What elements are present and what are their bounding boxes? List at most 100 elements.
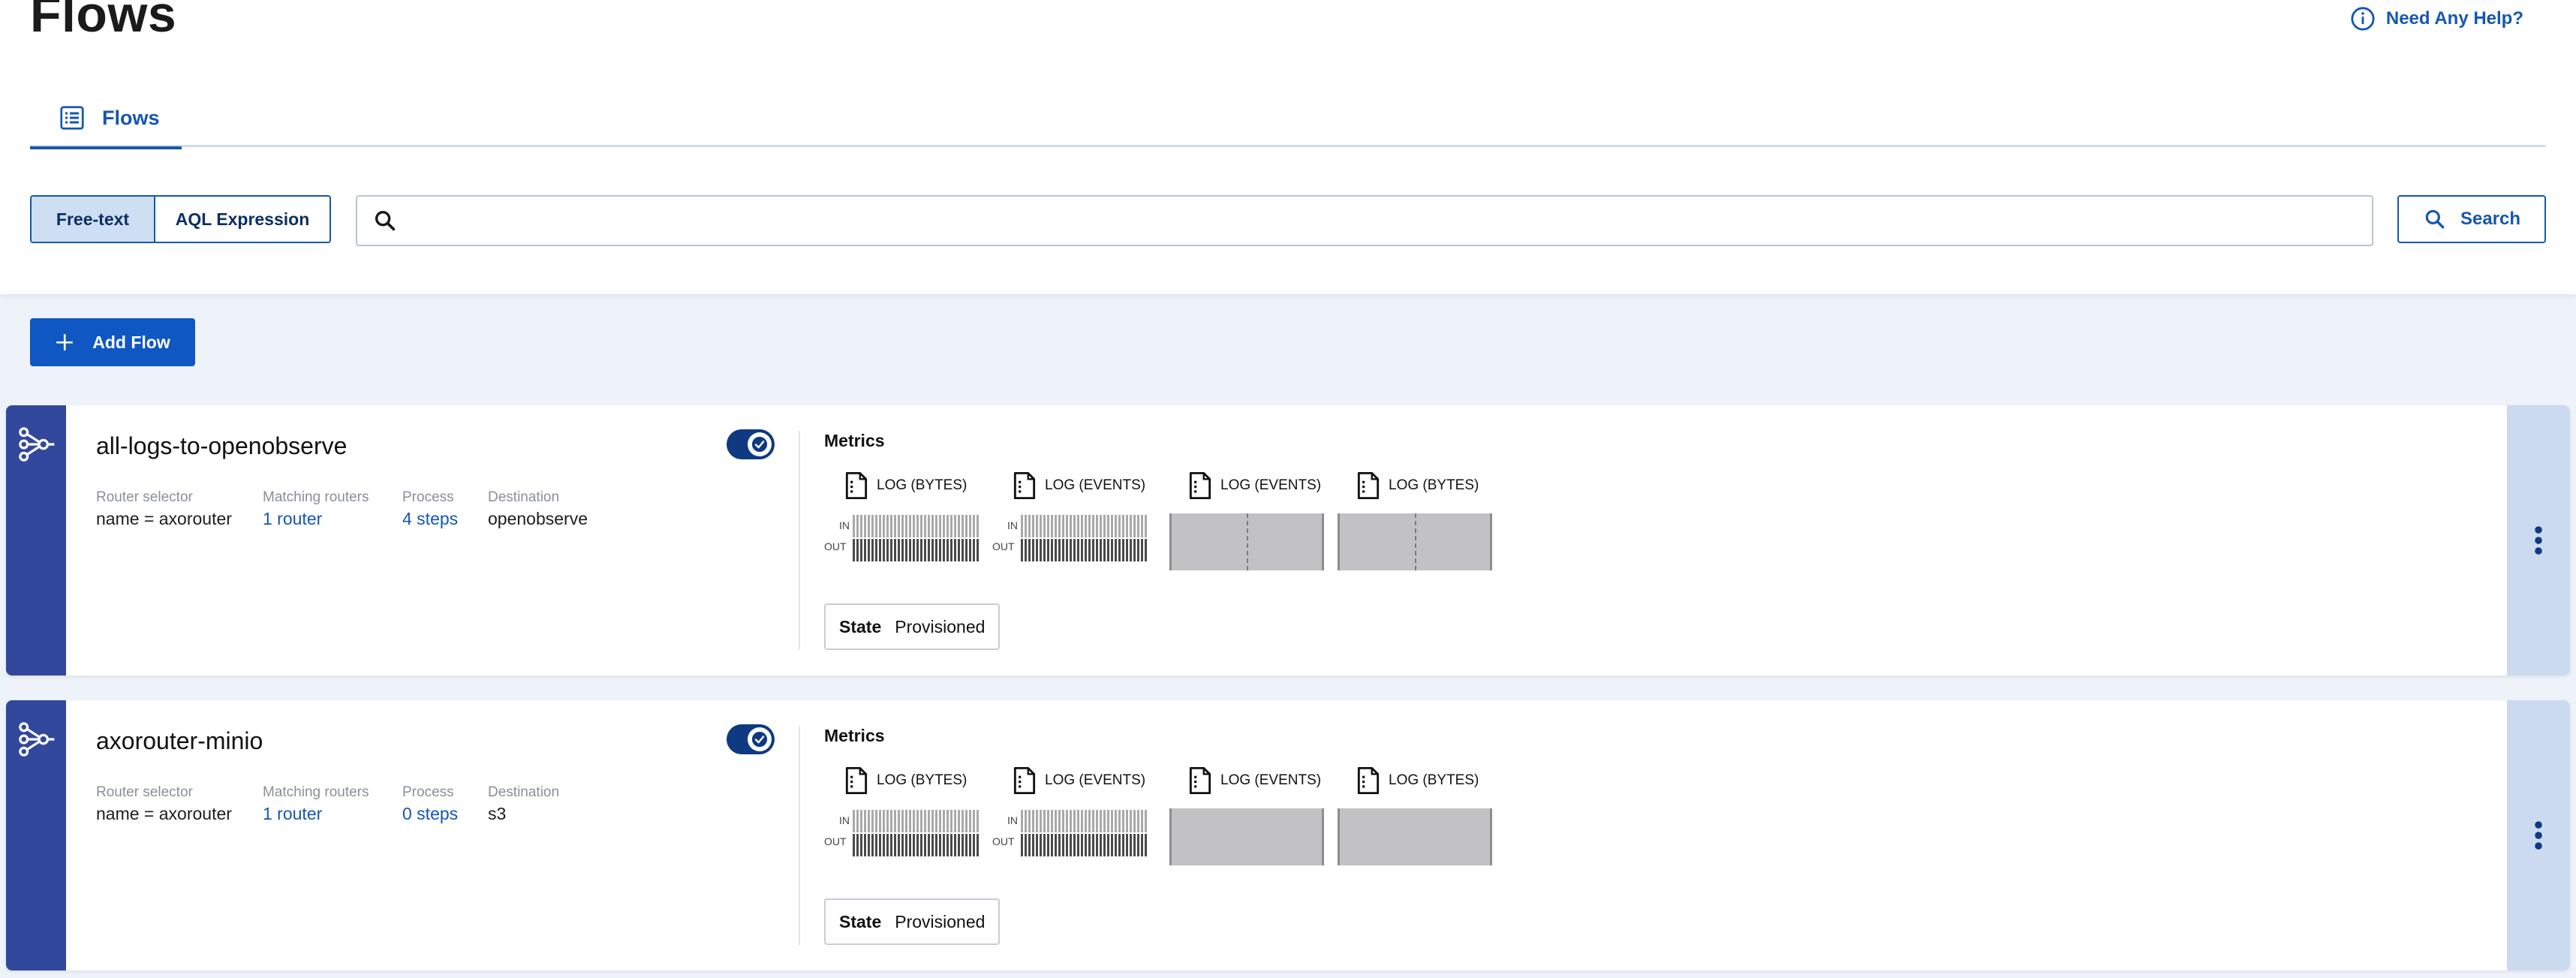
matching-routers-link[interactable]: 1 router <box>263 509 322 529</box>
flow-icon <box>19 427 55 462</box>
search-field <box>356 195 2373 246</box>
metric-empty-chart <box>1169 808 1324 865</box>
metric-in-label: IN <box>839 519 850 531</box>
metric-log-events-empty[interactable]: LOG (EVENTS) <box>1168 766 1326 865</box>
add-flow-label: Add Flow <box>92 332 170 352</box>
metric-in-sparkline <box>853 810 980 832</box>
flow-menu-button[interactable] <box>2507 700 2570 970</box>
toggle-knob <box>748 727 772 751</box>
metric-header: LOG (EVENTS) <box>1012 471 1145 500</box>
metric-header: LOG (EVENTS) <box>1012 766 1145 795</box>
search-icon <box>2425 209 2445 229</box>
metrics-title: Metrics <box>824 726 885 745</box>
page-title: Flows <box>30 0 177 43</box>
document-icon <box>1189 766 1211 795</box>
flow-menu-button[interactable] <box>2507 405 2570 676</box>
add-flow-button[interactable]: Add Flow <box>30 318 195 366</box>
metric-header: LOG (EVENTS) <box>1187 471 1321 500</box>
mode-free-text-button[interactable]: Free-text <box>32 197 155 242</box>
metric-log-bytes[interactable]: LOG (BYTES) IN OUT <box>824 766 982 859</box>
state-value: Provisioned <box>895 616 986 636</box>
tab-flows-label: Flows <box>102 106 160 129</box>
document-icon <box>845 471 868 500</box>
info-icon <box>2351 7 2375 31</box>
document-icon <box>1013 471 1036 500</box>
metrics-title: Metrics <box>824 431 885 450</box>
list-icon <box>60 106 84 130</box>
matching-routers-link[interactable]: 1 router <box>263 804 322 824</box>
metric-empty-chart <box>1338 808 1492 865</box>
metric-label: LOG (BYTES) <box>877 772 968 788</box>
metric-in-label: IN <box>1007 814 1018 826</box>
mode-aql-button[interactable]: AQL Expression <box>155 197 330 242</box>
metric-label: LOG (EVENTS) <box>1045 477 1146 493</box>
metric-label: LOG (BYTES) <box>1389 772 1479 788</box>
metric-in-sparkline <box>1021 515 1148 537</box>
meta-value-router-selector: name = axorouter <box>96 509 232 528</box>
meta-label-router-selector: Router selector <box>96 489 193 505</box>
header: Flows Need Any Help? Flows Free-text AQL… <box>0 0 2576 294</box>
state-badge: State Provisioned <box>824 898 1000 945</box>
metric-empty-chart <box>1338 513 1492 570</box>
document-icon <box>845 766 868 795</box>
metric-out-label: OUT <box>992 835 1015 847</box>
tab-flows[interactable]: Flows <box>30 89 182 149</box>
check-icon <box>751 436 768 453</box>
metric-out-label: OUT <box>824 835 847 847</box>
metric-label: LOG (BYTES) <box>1389 477 1479 493</box>
more-vertical-icon <box>2535 821 2542 850</box>
check-icon <box>751 731 768 748</box>
toggle-knob <box>748 432 772 456</box>
metric-empty-chart <box>1169 513 1324 570</box>
help-label: Need Any Help? <box>2385 8 2523 29</box>
metric-out-sparkline <box>853 539 980 561</box>
state-label: State <box>839 911 882 931</box>
flow-enabled-toggle[interactable] <box>727 429 775 459</box>
meta-label-router-selector: Router selector <box>96 784 193 800</box>
metric-log-events[interactable]: LOG (EVENTS) IN OUT <box>992 766 1150 859</box>
meta-label-destination: Destination <box>488 784 560 800</box>
metric-log-bytes-empty[interactable]: LOG (BYTES) <box>1336 766 1494 865</box>
meta-label-matching-routers: Matching routers <box>263 489 369 505</box>
search-input[interactable] <box>410 197 2372 245</box>
metric-in-label: IN <box>1007 519 1018 531</box>
flow-enabled-toggle[interactable] <box>727 724 775 754</box>
more-vertical-icon <box>2535 526 2542 555</box>
metric-out-sparkline <box>1021 539 1148 561</box>
flow-card-sidebar <box>6 405 66 676</box>
search-mode-toggle: Free-text AQL Expression <box>30 195 331 243</box>
document-icon <box>1357 766 1380 795</box>
process-steps-link[interactable]: 4 steps <box>402 509 458 529</box>
metric-log-events[interactable]: LOG (EVENTS) IN OUT <box>992 471 1150 564</box>
document-icon <box>1357 471 1380 500</box>
metric-header: LOG (BYTES) <box>844 766 967 795</box>
metric-in-label: IN <box>839 814 850 826</box>
flow-name[interactable]: all-logs-to-openobserve <box>96 432 347 460</box>
metric-log-bytes-empty[interactable]: LOG (BYTES) <box>1336 471 1494 570</box>
card-divider <box>799 431 800 650</box>
metric-header: LOG (EVENTS) <box>1187 766 1321 795</box>
search-button[interactable]: Search <box>2397 195 2546 243</box>
metric-in-sparkline <box>853 515 980 537</box>
metric-label: LOG (EVENTS) <box>1220 772 1322 788</box>
meta-value-destination: openobserve <box>488 509 588 528</box>
state-label: State <box>839 616 882 636</box>
meta-value-destination: s3 <box>488 804 507 823</box>
flow-name[interactable]: axorouter-minio <box>96 727 263 755</box>
flow-card-sidebar <box>6 700 66 970</box>
state-badge: State Provisioned <box>824 603 1000 650</box>
tab-bar: Flows <box>30 89 2546 149</box>
flow-icon <box>19 722 55 757</box>
meta-value-router-selector: name = axorouter <box>96 804 232 823</box>
metric-log-bytes[interactable]: LOG (BYTES) IN OUT <box>824 471 982 564</box>
help-link[interactable]: Need Any Help? <box>2350 6 2523 32</box>
flow-card: all-logs-to-openobserve Router selector … <box>6 405 2570 676</box>
process-steps-link[interactable]: 0 steps <box>402 804 458 824</box>
document-icon <box>1013 766 1036 795</box>
metric-label: LOG (BYTES) <box>877 477 968 493</box>
metric-in-sparkline <box>1021 810 1148 832</box>
meta-label-destination: Destination <box>488 489 560 505</box>
metric-out-sparkline <box>1021 834 1148 856</box>
metric-log-events-empty[interactable]: LOG (EVENTS) <box>1168 471 1326 570</box>
metric-label: LOG (EVENTS) <box>1220 477 1322 493</box>
